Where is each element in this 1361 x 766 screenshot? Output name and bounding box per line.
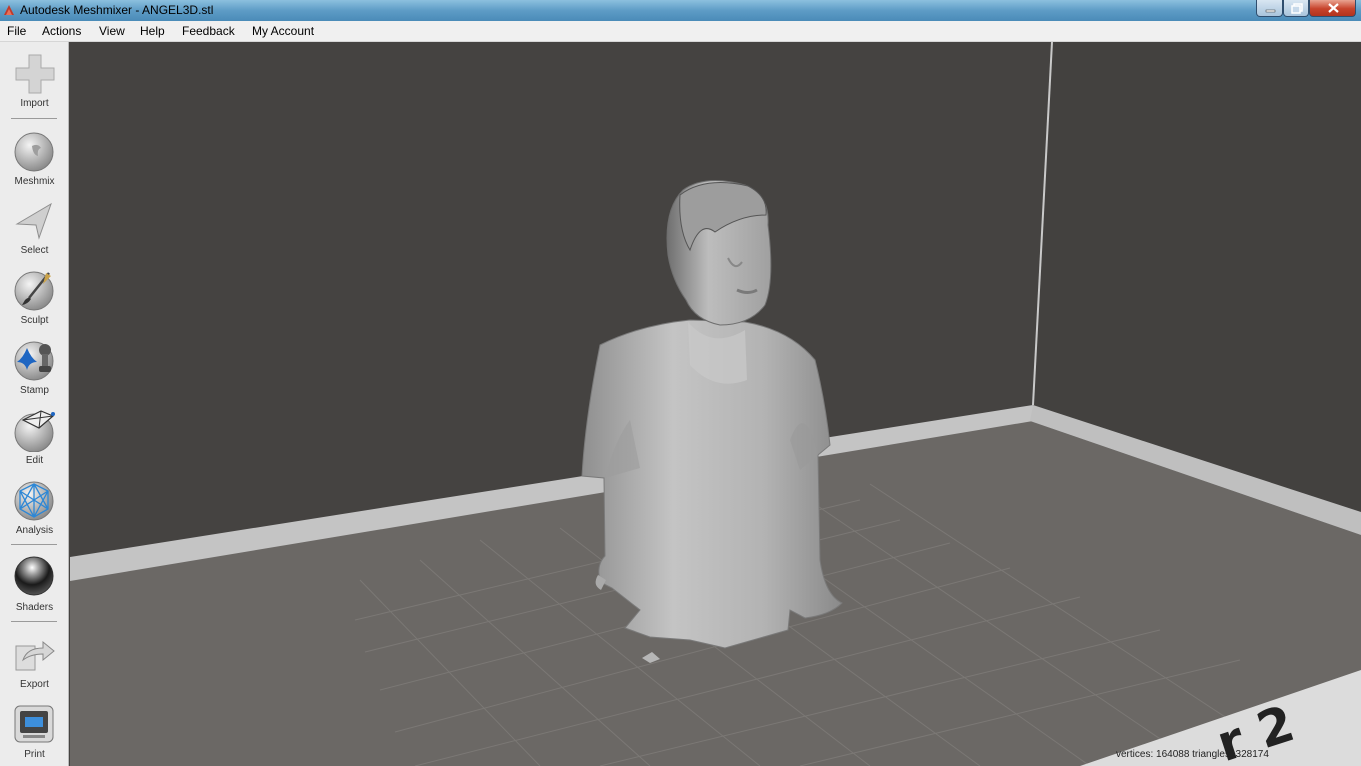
meshmix-button[interactable]: Meshmix [0,126,69,188]
analysis-label: Analysis [15,525,54,536]
sculpt-button[interactable]: Sculpt [0,268,69,328]
mesh-stats-status: vertices: 164088 triangles: 328174 [1116,749,1269,760]
toolbar-divider [11,544,57,545]
edit-icon [14,410,55,452]
export-button[interactable]: Export [0,632,69,692]
menu-view[interactable]: View [99,24,125,38]
restore-button[interactable] [1283,0,1309,17]
menu-file[interactable]: File [7,24,26,38]
title-bar: Autodesk Meshmixer - ANGEL3D.stl [0,0,1361,21]
meshmix-label: Meshmix [14,176,55,187]
3d-viewport[interactable]: r 2 [70,42,1361,766]
close-button[interactable] [1309,0,1356,17]
edit-button[interactable]: Edit [0,408,69,468]
print-button[interactable]: Print [0,702,69,762]
minimize-icon [1265,9,1276,13]
sculpt-brush-icon [14,271,54,311]
shaders-button[interactable]: Shaders [0,554,69,616]
meshmix-sphere-icon [14,132,54,172]
import-button[interactable]: Import [0,50,69,114]
import-label: Import [20,98,49,109]
menu-help[interactable]: Help [140,24,165,38]
select-label: Select [20,245,49,256]
close-icon [1328,3,1339,13]
scene-canvas [70,42,1361,766]
stamp-label: Stamp [20,385,49,396]
select-arrow-icon [15,202,52,240]
export-label: Export [20,679,49,690]
shaders-label: Shaders [15,602,54,613]
toolbar-divider [11,118,57,119]
meshmixer-logo-icon [4,5,14,15]
printer-icon [14,705,54,743]
window-title: Autodesk Meshmixer - ANGEL3D.stl [20,3,214,17]
minimize-button[interactable] [1256,0,1283,17]
plus-icon [15,54,55,94]
analysis-button[interactable]: Analysis [0,478,69,538]
menu-bar: File Actions View Help Feedback My Accou… [0,21,1361,42]
select-button[interactable]: Select [0,198,69,258]
print-label: Print [24,749,45,760]
analysis-mesh-icon [14,481,54,521]
menu-feedback[interactable]: Feedback [182,24,235,38]
stamp-button[interactable]: Stamp [0,338,69,398]
menu-my-account[interactable]: My Account [252,24,314,38]
left-toolbar: Import Meshmix Select Sculpt Stamp Edit … [0,42,69,766]
sculpt-label: Sculpt [20,315,49,326]
toolbar-divider [11,621,57,622]
stamp-icon [14,341,54,381]
shaders-sphere-icon [14,556,54,596]
edit-label: Edit [25,455,44,466]
restore-icon [1291,3,1303,14]
menu-actions[interactable]: Actions [42,24,81,38]
export-icon [15,640,55,671]
